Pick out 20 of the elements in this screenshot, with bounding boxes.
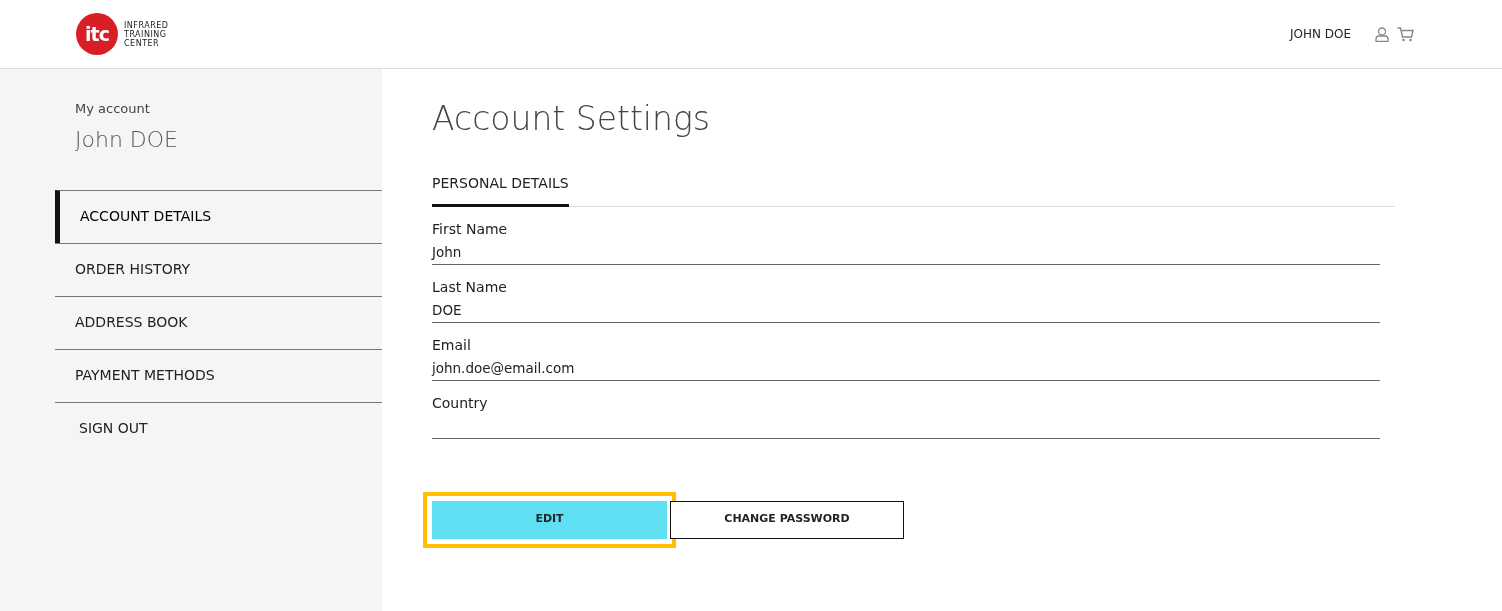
field-label: Country [432,393,489,413]
input-field[interactable]: john.doe@email.com [432,357,1380,381]
input-field[interactable]: DOE [432,299,1380,323]
sidebar-item[interactable]: PAYMENT METHODS [55,348,382,402]
logo-text: INFRARED TRAINING CENTER [124,20,169,48]
field-label: Email [432,335,472,355]
sidebar-item[interactable]: ACCOUNT DETAILS [55,189,382,243]
account-name: John DOE [75,125,179,154]
sidebar-item[interactable]: SIGN OUT [55,401,382,455]
page-title: Account Settings [432,99,711,139]
input-field[interactable]: John [432,241,1380,265]
sidebar-item[interactable]: ADDRESS BOOK [55,295,382,349]
tab[interactable]: PERSONAL DETAILS [432,172,569,207]
field-label: Last Name [432,277,508,297]
user-name-link[interactable]: JOHN DOE [1289,25,1351,43]
account-caption: My account [75,100,151,118]
change-password-button[interactable]: CHANGE PASSWORD [670,500,904,539]
logo-mark: itc [76,13,118,55]
field-label: First Name [432,219,509,239]
sidebar-item[interactable]: ORDER HISTORY [55,242,382,296]
